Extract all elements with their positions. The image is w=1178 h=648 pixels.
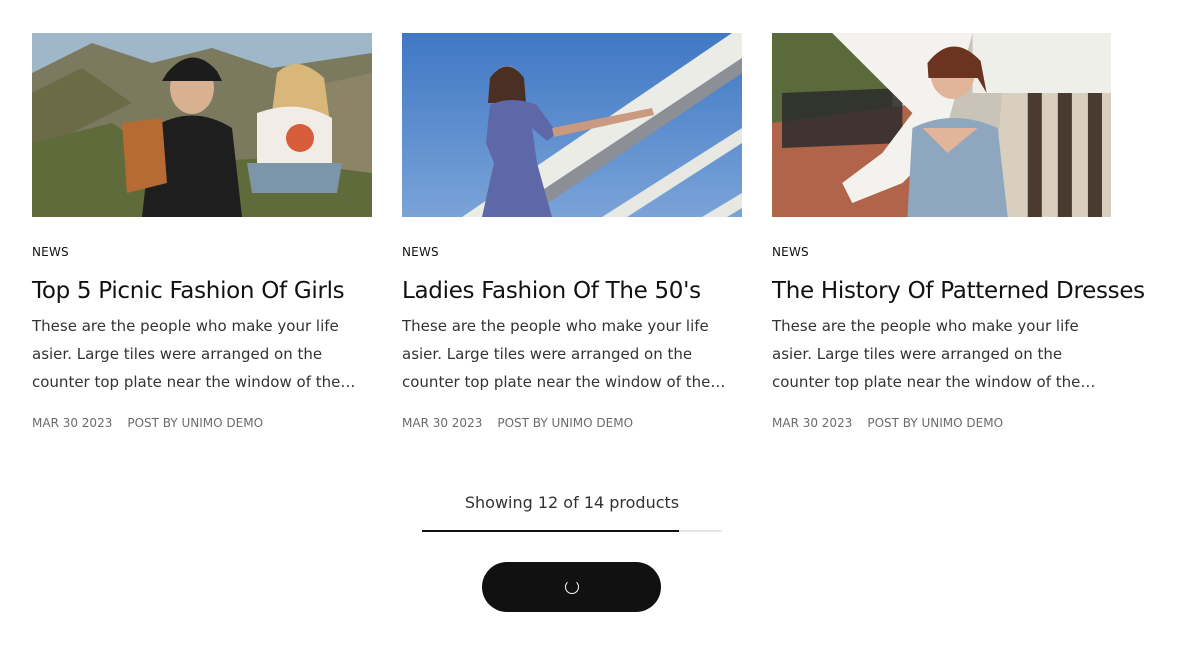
article-card: NEWS Top 5 Picnic Fashion Of Girls These… — [32, 33, 372, 430]
article-meta: MAR 30 2023 POST BY UNIMO DEMO — [402, 416, 742, 430]
load-more-button[interactable] — [482, 562, 661, 612]
article-title[interactable]: Ladies Fashion Of The 50's — [402, 276, 742, 306]
showing-count-text: Showing 12 of 14 products — [464, 493, 680, 512]
article-image — [32, 33, 372, 217]
article-image-link[interactable] — [402, 33, 742, 217]
article-image-link[interactable] — [772, 33, 1111, 217]
progress-fill — [422, 530, 679, 532]
article-meta: MAR 30 2023 POST BY UNIMO DEMO — [772, 416, 1112, 430]
article-image — [772, 33, 1111, 217]
progress-track — [422, 530, 722, 532]
article-date: MAR 30 2023 — [772, 416, 853, 430]
article-author: POST BY UNIMO DEMO — [497, 416, 634, 430]
article-excerpt: These are the people who make your life … — [402, 317, 711, 391]
article-author: POST BY UNIMO DEMO — [867, 416, 1004, 430]
article-card: NEWS Ladies Fashion Of The 50's These ar… — [402, 33, 742, 430]
loading-spinner-icon — [564, 580, 579, 594]
article-title[interactable]: The History Of Patterned Dresses — [772, 276, 1145, 306]
article-title[interactable]: Top 5 Picnic Fashion Of Girls — [32, 276, 372, 306]
article-grid: NEWS Top 5 Picnic Fashion Of Girls These… — [32, 33, 1145, 430]
article-date: MAR 30 2023 — [402, 416, 483, 430]
article-image-link[interactable] — [32, 33, 372, 217]
article-category[interactable]: NEWS — [32, 245, 372, 259]
article-meta: MAR 30 2023 POST BY UNIMO DEMO — [32, 416, 372, 430]
article-author: POST BY UNIMO DEMO — [127, 416, 264, 430]
article-card: NEWS The History Of Patterned Dresses Th… — [772, 33, 1145, 430]
article-date: MAR 30 2023 — [32, 416, 113, 430]
pagination: Showing 12 of 14 products — [422, 490, 722, 532]
article-category[interactable]: NEWS — [402, 245, 742, 259]
article-excerpt: These are the people who make your life … — [32, 317, 341, 391]
article-image — [402, 33, 742, 217]
article-excerpt: These are the people who make your life … — [772, 317, 1081, 391]
article-category[interactable]: NEWS — [772, 245, 1112, 259]
